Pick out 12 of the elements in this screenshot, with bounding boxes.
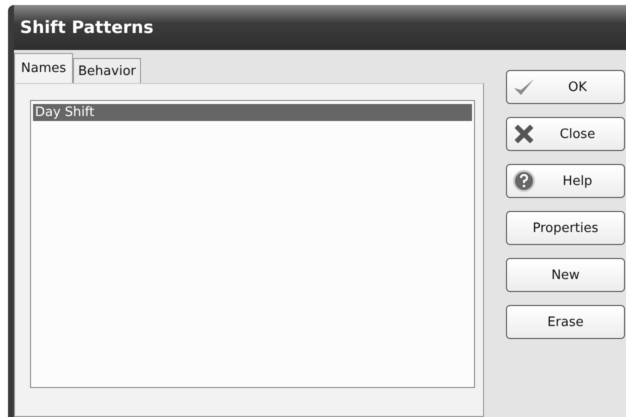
window-title: Shift Patterns <box>20 18 154 38</box>
dialog-button[interactable]: Help <box>506 164 625 198</box>
dialog-button[interactable]: Properties <box>506 211 625 245</box>
close-icon <box>512 122 536 146</box>
dialog-button[interactable]: OK <box>506 70 625 104</box>
dialog-button[interactable]: Erase <box>506 305 625 339</box>
tab[interactable]: Behavior <box>73 58 141 83</box>
dialog-button[interactable]: Close <box>506 117 625 151</box>
list-item[interactable]: Day Shift <box>33 104 472 121</box>
help-icon <box>512 169 536 193</box>
tab[interactable]: Names <box>14 53 74 83</box>
dialog-button[interactable]: New <box>506 258 625 292</box>
